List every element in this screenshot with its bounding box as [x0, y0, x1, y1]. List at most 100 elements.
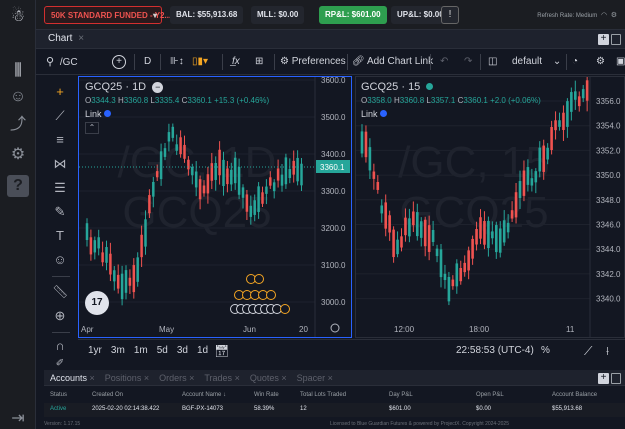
maximize-icon[interactable]: [611, 34, 621, 45]
timeframe-1d[interactable]: 1d: [197, 345, 208, 356]
column-header[interactable]: Total Lots Traded: [300, 392, 346, 398]
column-header[interactable]: Open P&L: [476, 392, 504, 398]
symbol-search[interactable]: ⚲ /GC: [46, 54, 78, 70]
chart-link[interactable]: Link: [361, 109, 388, 119]
magnet-icon[interactable]: ∩: [52, 338, 68, 354]
tab-orders[interactable]: Orders ×: [159, 373, 194, 383]
brush-icon[interactable]: ✎: [52, 204, 68, 220]
tab-positions[interactable]: Positions ×: [105, 373, 149, 383]
candle-body: [455, 263, 459, 287]
indicators-icon[interactable]: f̲x: [232, 54, 240, 70]
timeframe-3m[interactable]: 3m: [111, 345, 125, 356]
trendline-icon[interactable]: ⟋: [52, 108, 68, 124]
layout-icon[interactable]: ◫: [488, 54, 497, 70]
close-icon[interactable]: ×: [187, 373, 194, 383]
chart-nav-icon[interactable]: ⫼: [7, 60, 29, 82]
help-icon[interactable]: ?: [7, 175, 29, 197]
tab-chart[interactable]: Chart ×: [48, 33, 84, 44]
info-button[interactable]: !: [441, 6, 459, 24]
candle-body: [412, 211, 415, 226]
tradingview-logo-icon[interactable]: 17: [85, 291, 109, 315]
account-selector[interactable]: 50K STANDARD FUNDED - Y2... ▾: [44, 6, 171, 24]
candle-body: [214, 163, 217, 180]
tab-trades[interactable]: Trades ×: [204, 373, 239, 383]
table-row[interactable]: Active 2025-02-20 02:14:38.422 BGF-PX-1407…: [44, 403, 625, 417]
wifi-icon: ◠: [600, 12, 608, 19]
timeframe-1m[interactable]: 1m: [134, 345, 148, 356]
measure-icon[interactable]: ⟋: [584, 344, 592, 359]
users-nav-icon[interactable]: ☺: [7, 86, 29, 108]
tab-spacer[interactable]: Spacer ×: [297, 373, 333, 383]
redo-icon[interactable]: ↷: [464, 54, 472, 70]
column-header[interactable]: Win Rate: [254, 392, 279, 398]
candle-body: [368, 147, 372, 171]
compare-add-button[interactable]: +: [112, 55, 126, 69]
candle-body: [226, 168, 229, 185]
settings-icon[interactable]: [330, 323, 340, 333]
event-markers-icon: [230, 274, 290, 314]
chevron-up-icon[interactable]: ⌃: [85, 122, 99, 134]
candle-body: [233, 157, 237, 184]
refresh-rate-label: Refresh Rate: Medium ◠ ⚙: [537, 11, 617, 19]
bar-type-icon[interactable]: ⊪↕: [170, 54, 184, 70]
text-icon[interactable]: T: [52, 228, 68, 244]
column-header[interactable]: Account Balance: [552, 392, 597, 398]
pattern-icon[interactable]: ⋈: [52, 156, 68, 172]
add-chart-link-button[interactable]: 🔗︎ Add Chart Link: [352, 54, 433, 70]
tab-accounts[interactable]: Accounts ×: [50, 373, 95, 383]
tab-quotes[interactable]: Quotes ×: [250, 373, 287, 383]
interval-button[interactable]: D: [144, 54, 151, 70]
candle-body: [288, 169, 292, 179]
percent-toggle[interactable]: %: [541, 345, 550, 356]
add-tab-icon[interactable]: +: [598, 34, 609, 45]
gear-icon[interactable]: ⚙: [7, 144, 29, 166]
timeframe-3d[interactable]: 3d: [177, 345, 188, 356]
candle-body: [518, 181, 522, 199]
horizontal-lines-icon[interactable]: ≡: [52, 132, 68, 148]
timeframe-1yr[interactable]: 1yr: [88, 345, 102, 356]
undo-icon[interactable]: ↶: [440, 54, 448, 70]
chart-link[interactable]: Link: [85, 109, 112, 119]
x-tick-label: May: [159, 325, 174, 334]
close-icon[interactable]: ×: [325, 373, 333, 383]
date-range-icon[interactable]: 📅︎: [214, 344, 229, 358]
close-icon[interactable]: ×: [279, 373, 286, 383]
gear-icon[interactable]: ⚙: [596, 54, 605, 70]
scale-settings-icon[interactable]: ⟊: [606, 344, 609, 359]
templates-icon[interactable]: ⊞: [255, 54, 263, 70]
emoji-icon[interactable]: ☺: [52, 252, 68, 268]
close-icon[interactable]: ×: [78, 33, 84, 44]
candle-body: [109, 253, 112, 275]
gear-icon[interactable]: ⚙: [611, 12, 617, 19]
candle-body: [380, 205, 384, 214]
column-header[interactable]: Created On: [92, 392, 123, 398]
fib-icon[interactable]: ☰: [52, 180, 68, 196]
table-cell: $55,913.68: [552, 406, 583, 412]
layout-select[interactable]: default ⌄: [512, 54, 561, 70]
ruler-icon[interactable]: 📏︎: [52, 284, 69, 300]
maximize-icon[interactable]: [611, 373, 621, 384]
close-icon[interactable]: ×: [87, 373, 95, 383]
chart-panel-daily[interactable]: /GC, 1D GCQ25 3360.1 3600.0 3500.0 3400.0 33…: [78, 76, 352, 338]
add-tab-icon[interactable]: +: [598, 373, 609, 384]
column-header[interactable]: Day P&L: [389, 392, 413, 398]
candles-icon[interactable]: ▯▮▾: [192, 54, 208, 70]
collapse-icon[interactable]: −: [152, 82, 164, 93]
event-markers[interactable]: [227, 273, 297, 315]
logout-icon[interactable]: ⇥: [7, 408, 29, 429]
crosshair-icon[interactable]: +: [52, 84, 68, 100]
chart-canvas-daily[interactable]: /GC, 1DGCQ25 3360.1 3600.03500.03400.033…: [79, 77, 351, 337]
preferences-button[interactable]: ⚙ Preferences: [280, 54, 346, 70]
close-icon[interactable]: ×: [141, 373, 149, 383]
zoom-icon[interactable]: ⊕: [52, 308, 68, 324]
timeframe-5d[interactable]: 5d: [157, 345, 168, 356]
camera-icon[interactable]: ▣: [616, 54, 625, 70]
close-icon[interactable]: ×: [232, 373, 240, 383]
chart-panel-15m[interactable]: /GC, 15 GCQ25 3356.0 3354.0 3352.0 3350.0 334…: [355, 76, 625, 338]
candle-body: [416, 212, 419, 237]
chart-canvas-15m[interactable]: /GC, 15GCQ25 3356.03354.03352.03350.0334…: [356, 77, 624, 337]
trend-nav-icon[interactable]: ⤴: [7, 114, 29, 136]
column-header[interactable]: Account Name ↓: [182, 392, 226, 398]
alert-icon[interactable]: ◔: [572, 54, 578, 70]
column-header[interactable]: Status: [50, 392, 67, 398]
